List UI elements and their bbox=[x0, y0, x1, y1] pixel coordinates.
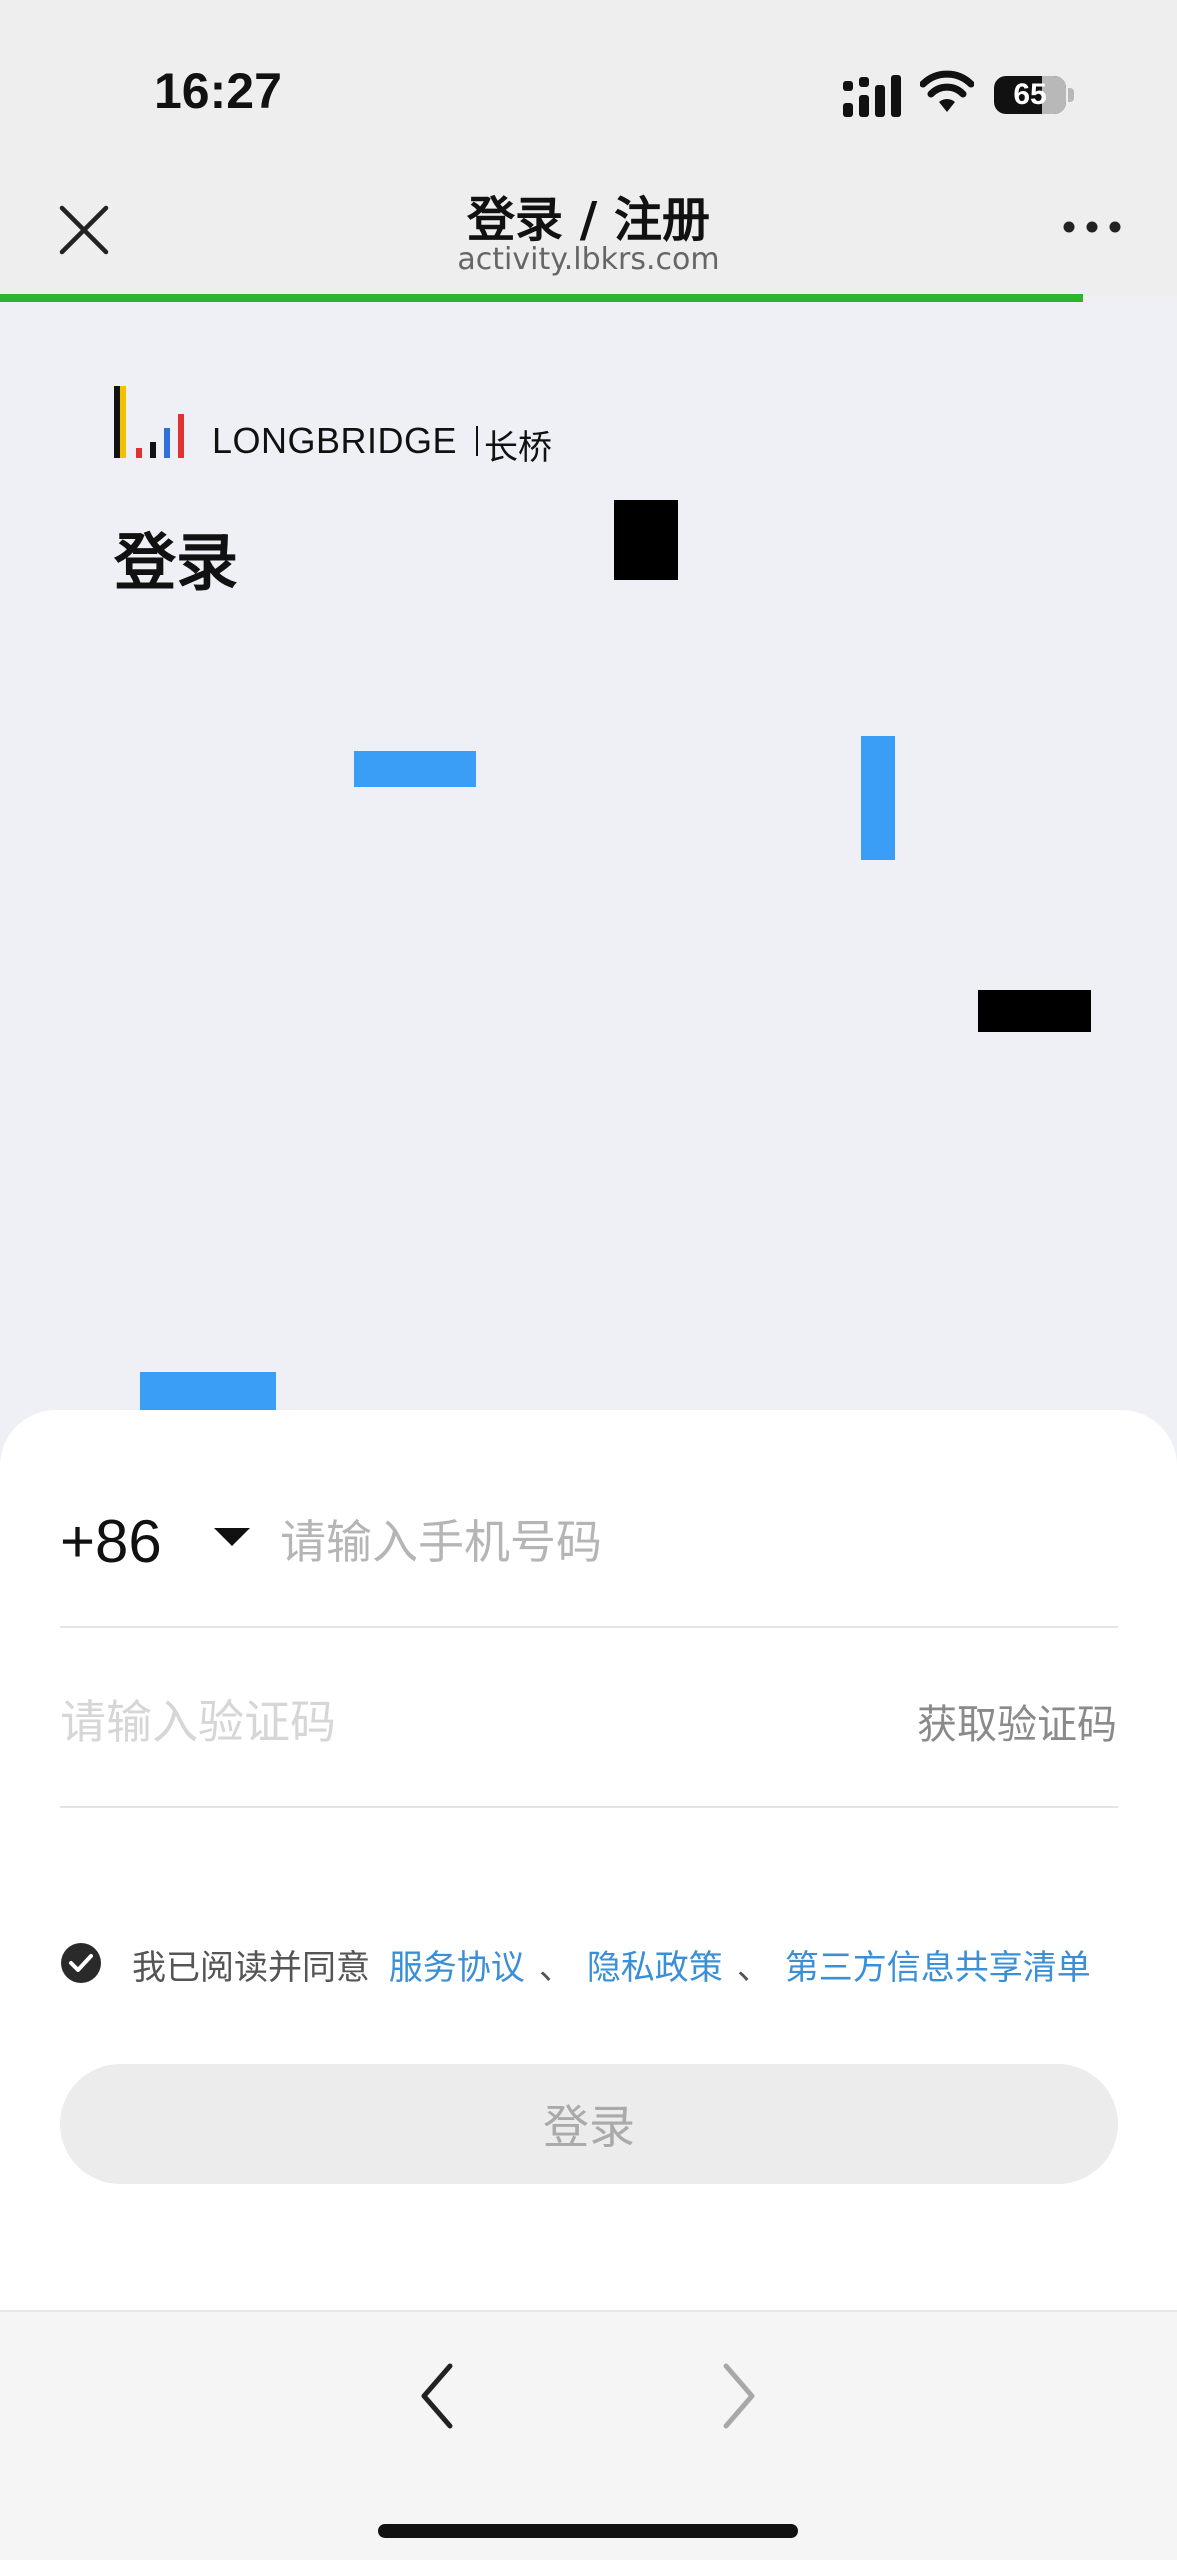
status-time: 16:27 bbox=[154, 63, 282, 119]
login-form-sheet: +86 获取验证码 我已阅读并同意 服务协议、隐私政策、第三方信息共享清单 登录 bbox=[0, 1410, 1177, 2310]
caret-down-icon[interactable] bbox=[212, 1526, 252, 1548]
more-options-icon[interactable] bbox=[1062, 220, 1122, 234]
longbridge-logo: LONGBRIDGE 长桥 bbox=[112, 382, 552, 468]
page-load-progress bbox=[0, 294, 1083, 302]
battery-tip bbox=[1068, 88, 1074, 102]
country-code-selector[interactable]: +86 bbox=[60, 1507, 162, 1576]
page-title: 登录 bbox=[114, 526, 239, 599]
separator: 、 bbox=[736, 1948, 771, 1988]
decor-black-bar bbox=[978, 990, 1091, 1032]
divider bbox=[60, 1626, 1118, 1628]
status-bar: 16:27 65 bbox=[0, 0, 1177, 160]
back-arrow-icon[interactable] bbox=[414, 2360, 460, 2432]
logo-bars-icon bbox=[114, 386, 184, 458]
battery-icon: 65 bbox=[994, 76, 1066, 114]
divider bbox=[60, 1806, 1118, 1808]
browser-nav-bar: 登录 / 注册 activity.lbkrs.com bbox=[0, 160, 1177, 296]
cellular-signal-icon bbox=[843, 75, 901, 117]
phone-input[interactable] bbox=[280, 1502, 1080, 1582]
wifi-icon bbox=[920, 70, 974, 112]
home-indicator[interactable] bbox=[378, 2524, 798, 2538]
agreement-row: 我已阅读并同意 服务协议、隐私政策、第三方信息共享清单 bbox=[60, 1934, 1140, 1994]
decor-blue-bar bbox=[354, 751, 476, 787]
terms-link[interactable]: 服务协议 bbox=[389, 1948, 525, 1988]
forward-arrow-icon bbox=[723, 2363, 755, 2429]
get-code-button[interactable]: 获取验证码 bbox=[917, 1692, 1117, 1750]
agreement-prefix: 我已阅读并同意 bbox=[132, 1948, 370, 1988]
agreement-text: 我已阅读并同意 服务协议、隐私政策、第三方信息共享清单 bbox=[132, 1940, 1091, 1989]
checkbox-checked-icon[interactable] bbox=[60, 1942, 102, 1984]
separator: 、 bbox=[538, 1948, 573, 1988]
browser-toolbar bbox=[0, 2310, 1177, 2560]
privacy-link[interactable]: 隐私政策 bbox=[587, 1948, 723, 1988]
third-party-list-link[interactable]: 第三方信息共享清单 bbox=[785, 1948, 1091, 1988]
logo-text: LONGBRIDGE bbox=[212, 420, 458, 461]
nav-url: activity.lbkrs.com bbox=[457, 242, 720, 277]
nav-title: 登录 / 注册 bbox=[467, 192, 710, 248]
logo-chinese-text: 长桥 bbox=[484, 428, 552, 468]
login-page: 16:27 65 登录 / 注册 activity.lbkrs.com LONG… bbox=[0, 0, 1177, 2560]
decor-blue-bar bbox=[140, 1372, 276, 1412]
decor-black-block bbox=[614, 500, 678, 580]
battery-level: 65 bbox=[1013, 78, 1047, 111]
login-button[interactable]: 登录 bbox=[60, 2064, 1118, 2184]
verification-code-input[interactable] bbox=[60, 1682, 820, 1762]
decor-blue-bar bbox=[861, 736, 895, 860]
logo-divider bbox=[476, 426, 478, 456]
